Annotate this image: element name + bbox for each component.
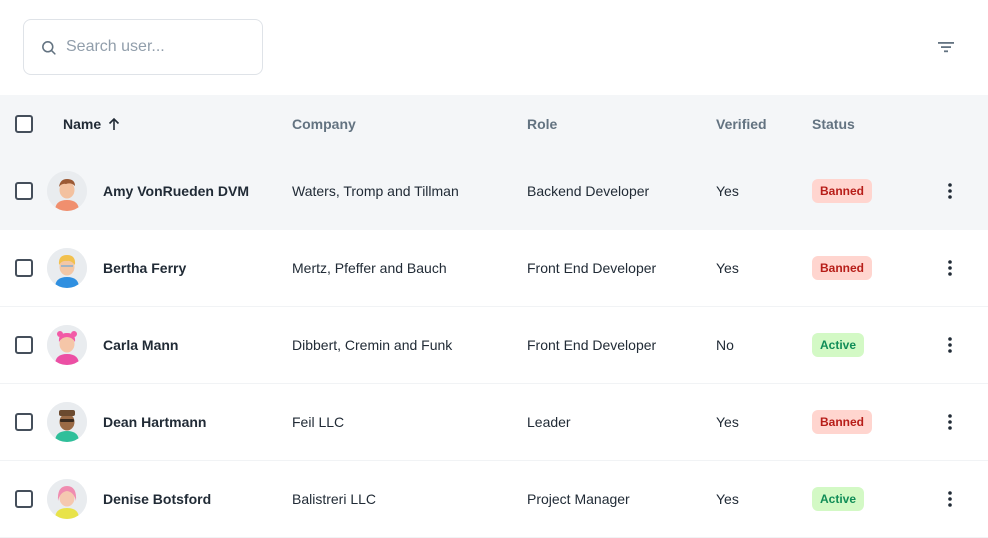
sort-ascending-icon [109, 117, 120, 130]
table-row[interactable]: Carla Mann Dibbert, Cremin and Funk Fron… [0, 307, 988, 384]
filter-list-icon [938, 42, 954, 53]
avatar [47, 248, 87, 288]
user-verified: No [716, 337, 734, 353]
users-table: Name Company Role Verified Status Amy Vo… [0, 95, 988, 538]
column-header-company[interactable]: Company [292, 116, 356, 132]
user-role: Backend Developer [527, 183, 650, 199]
search-icon [38, 37, 58, 57]
user-verified: Yes [716, 183, 739, 199]
table-row[interactable]: Bertha Ferry Mertz, Pfeffer and Bauch Fr… [0, 230, 988, 307]
search-box[interactable] [23, 19, 263, 75]
row-checkbox[interactable] [15, 336, 33, 354]
column-header-name[interactable]: Name [63, 116, 121, 132]
user-company: Balistreri LLC [292, 491, 377, 507]
table-toolbar [0, 0, 988, 95]
status-badge: Banned [812, 410, 873, 434]
avatar [47, 479, 87, 519]
select-all-checkbox[interactable] [15, 115, 33, 133]
status-badge: Active [812, 487, 865, 511]
more-vertical-icon [948, 337, 952, 353]
more-vertical-icon [948, 491, 952, 507]
column-header-verified[interactable]: Verified [716, 116, 767, 132]
user-role: Front End Developer [527, 260, 657, 276]
status-badge: Banned [812, 256, 873, 280]
user-name: Amy VonRueden DVM [103, 183, 249, 199]
more-vertical-icon [948, 260, 952, 276]
user-company: Dibbert, Cremin and Funk [292, 337, 453, 353]
user-name: Carla Mann [103, 337, 179, 353]
table-row[interactable]: Dean Hartmann Feil LLC Leader Yes Banned [0, 384, 988, 461]
user-company: Feil LLC [292, 414, 345, 430]
user-verified: Yes [716, 260, 739, 276]
status-badge: Banned [812, 179, 873, 203]
avatar [47, 171, 87, 211]
row-actions-button[interactable] [934, 252, 966, 284]
user-role: Front End Developer [527, 337, 657, 353]
user-verified: Yes [716, 414, 739, 430]
status-badge: Active [812, 333, 865, 357]
row-checkbox[interactable] [15, 259, 33, 277]
more-vertical-icon [948, 414, 952, 430]
column-header-name-label: Name [63, 116, 102, 132]
table-row[interactable]: Denise Botsford Balistreri LLC Project M… [0, 461, 988, 538]
avatar [47, 402, 87, 442]
user-company: Waters, Tromp and Tillman [292, 183, 459, 199]
row-checkbox[interactable] [15, 490, 33, 508]
user-name: Bertha Ferry [103, 260, 187, 276]
user-role: Leader [527, 414, 571, 430]
table-row[interactable]: Amy VonRueden DVM Waters, Tromp and Till… [0, 153, 988, 230]
row-actions-button[interactable] [934, 175, 966, 207]
user-role: Project Manager [527, 491, 630, 507]
user-list-card: Name Company Role Verified Status [0, 0, 988, 538]
filter-button[interactable] [930, 31, 962, 63]
user-company: Mertz, Pfeffer and Bauch [292, 260, 447, 276]
user-verified: Yes [716, 491, 739, 507]
row-checkbox[interactable] [15, 182, 33, 200]
more-vertical-icon [948, 183, 952, 199]
row-actions-button[interactable] [934, 483, 966, 515]
table-header: Name Company Role Verified Status [0, 95, 988, 153]
row-actions-button[interactable] [934, 406, 966, 438]
column-header-role[interactable]: Role [527, 116, 557, 132]
avatar [47, 325, 87, 365]
row-checkbox[interactable] [15, 413, 33, 431]
user-name: Denise Botsford [103, 491, 212, 507]
search-input[interactable] [66, 38, 246, 56]
column-header-status[interactable]: Status [812, 116, 855, 132]
user-name: Dean Hartmann [103, 414, 207, 430]
row-actions-button[interactable] [934, 329, 966, 361]
